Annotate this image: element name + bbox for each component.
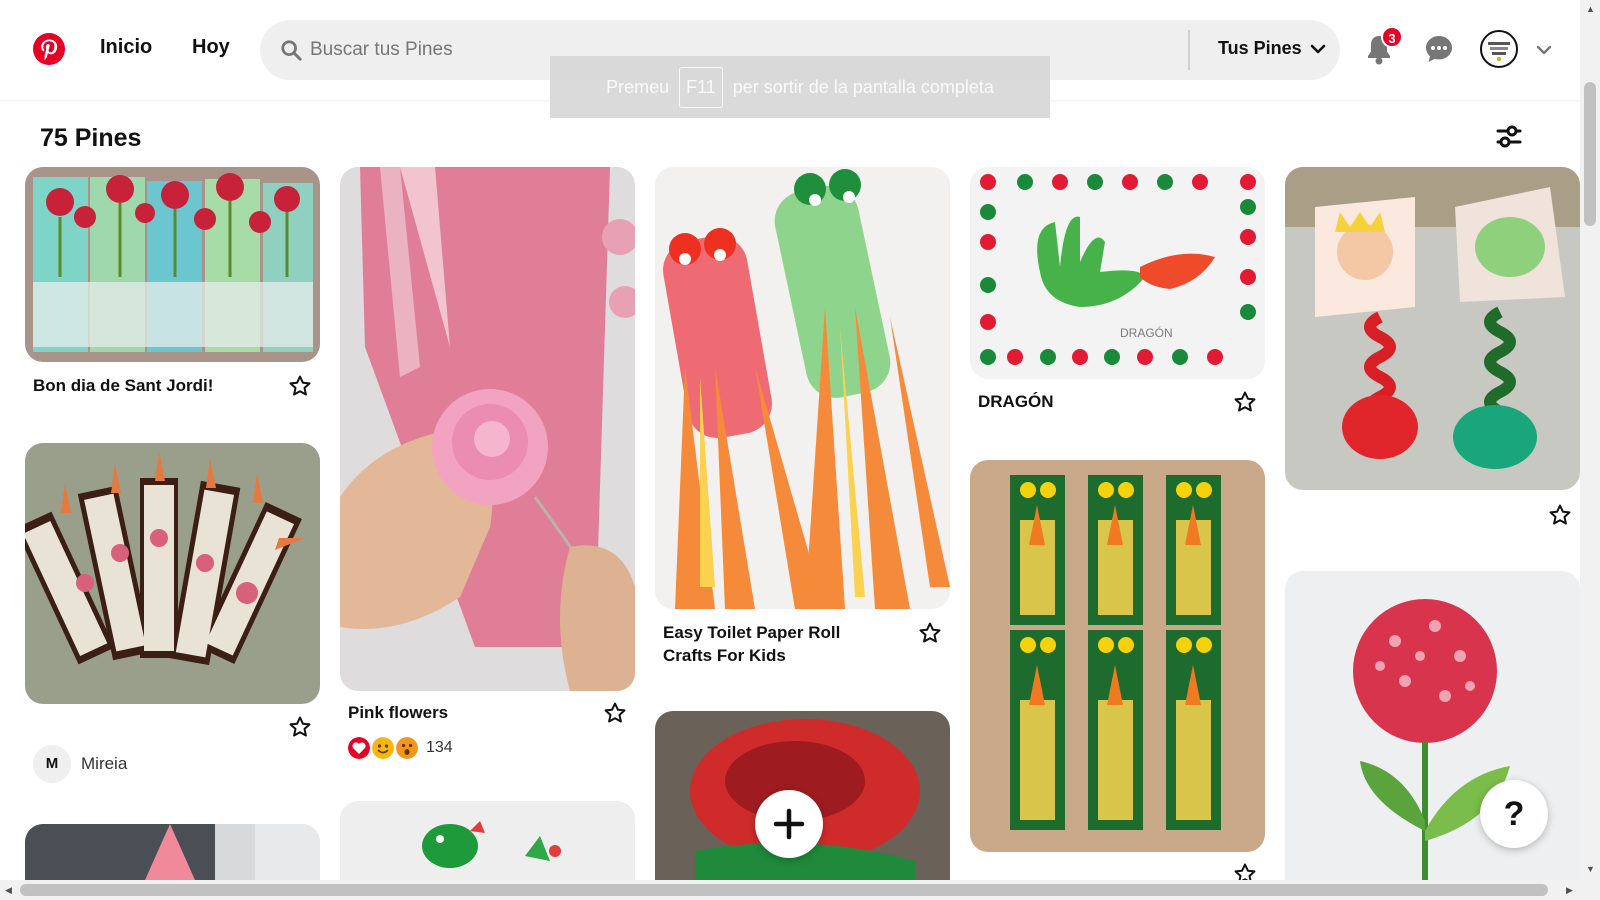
star-icon[interactable]	[288, 715, 312, 739]
scroll-down-arrow-icon[interactable]: ▼	[1586, 864, 1595, 874]
svg-text:DRAGÓN: DRAGÓN	[1120, 325, 1173, 340]
pin-image-toilet-roll-dragons[interactable]	[655, 167, 950, 609]
search-icon	[281, 40, 302, 61]
scroll-left-arrow-icon[interactable]: ◀	[5, 885, 12, 896]
pin-title[interactable]: Bon dia de Sant Jordi!	[33, 374, 213, 397]
pin-author[interactable]: M Mireia	[33, 745, 127, 783]
toast-text-after: per sortir de la pantalla completa	[732, 76, 994, 97]
star-icon[interactable]	[288, 374, 312, 398]
horizontal-scrollbar-thumb[interactable]	[20, 884, 1548, 896]
star-icon[interactable]	[918, 621, 942, 645]
pin-image-dragon-bookmarks[interactable]	[970, 460, 1265, 852]
nav-today-link[interactable]: Hoy	[192, 36, 230, 59]
pin-image-rose-bookmarks[interactable]	[25, 443, 320, 704]
plus-icon	[773, 808, 805, 840]
pin-title[interactable]: DRAGÓN	[978, 390, 1054, 413]
wow-reaction-icon	[396, 737, 418, 759]
toast-key: F11	[679, 66, 723, 108]
messages-icon[interactable]	[1424, 34, 1454, 64]
search-scope-label: Tus Pines	[1218, 38, 1302, 58]
help-button[interactable]: ?	[1480, 780, 1548, 848]
user-name: Mireia	[81, 754, 128, 773]
pin-image-handprint-dragon[interactable]: DRAGÓN	[970, 167, 1265, 379]
star-icon[interactable]	[1548, 503, 1572, 527]
pin-image-partial[interactable]	[25, 824, 320, 880]
filter-settings-icon[interactable]	[1494, 122, 1524, 152]
chevron-down-icon	[1310, 44, 1326, 53]
user-avatar: M	[33, 745, 71, 783]
notification-count-badge: 3	[1381, 26, 1403, 48]
scroll-right-arrow-icon[interactable]: ▶	[1566, 885, 1573, 896]
pin-image-sant-jordi-bookmarks[interactable]	[25, 167, 320, 362]
toast-text-before: Premeu	[606, 76, 670, 97]
star-icon[interactable]	[1233, 390, 1257, 414]
heart-reaction-icon	[348, 737, 370, 759]
pin-title[interactable]: Easy Toilet Paper Roll Crafts For Kids	[663, 621, 893, 667]
search-divider	[1188, 30, 1190, 70]
star-icon[interactable]	[603, 701, 627, 725]
search-scope-dropdown[interactable]: Tus Pines	[1218, 38, 1326, 59]
pin-title[interactable]: Pink flowers	[348, 701, 448, 724]
account-menu-chevron-icon[interactable]	[1536, 42, 1552, 58]
vertical-scrollbar-thumb[interactable]	[1584, 82, 1596, 226]
pinterest-logo-icon[interactable]	[33, 33, 65, 65]
pin-image-dinosaur-shirt[interactable]	[340, 801, 635, 880]
pin-image-pink-flowers[interactable]	[340, 167, 635, 691]
account-avatar[interactable]	[1480, 30, 1518, 68]
smile-reaction-icon	[372, 737, 394, 759]
fullscreen-exit-toast: Premeu F11 per sortir de la pantalla com…	[550, 56, 1050, 118]
pin-image-princess-dragon-figures[interactable]	[1285, 167, 1580, 490]
nav-home-link[interactable]: Inicio	[100, 36, 152, 59]
reaction-count: 134	[426, 739, 453, 756]
pin-reactions[interactable]: 134	[348, 737, 453, 759]
add-pin-button[interactable]	[755, 790, 823, 858]
avatar-logo-icon	[1484, 34, 1514, 64]
pin-count-heading: 75 Pines	[40, 124, 142, 152]
scroll-up-arrow-icon[interactable]: ▲	[1586, 4, 1595, 14]
